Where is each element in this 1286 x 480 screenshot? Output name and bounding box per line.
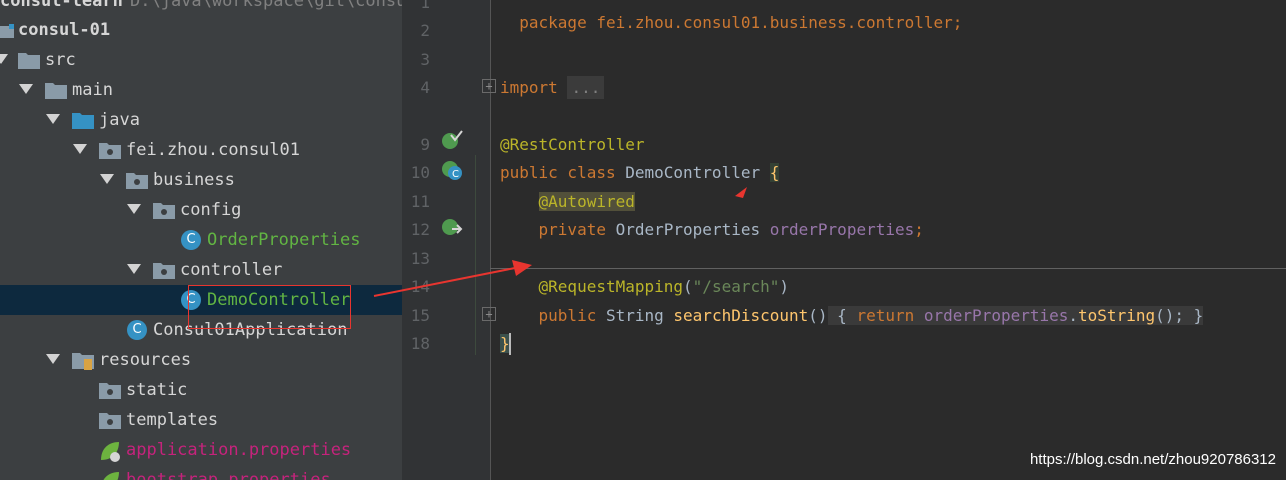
annotation-arrow — [373, 187, 747, 297]
watermark: https://blog.csdn.net/zhou920786312 — [1029, 451, 1276, 468]
